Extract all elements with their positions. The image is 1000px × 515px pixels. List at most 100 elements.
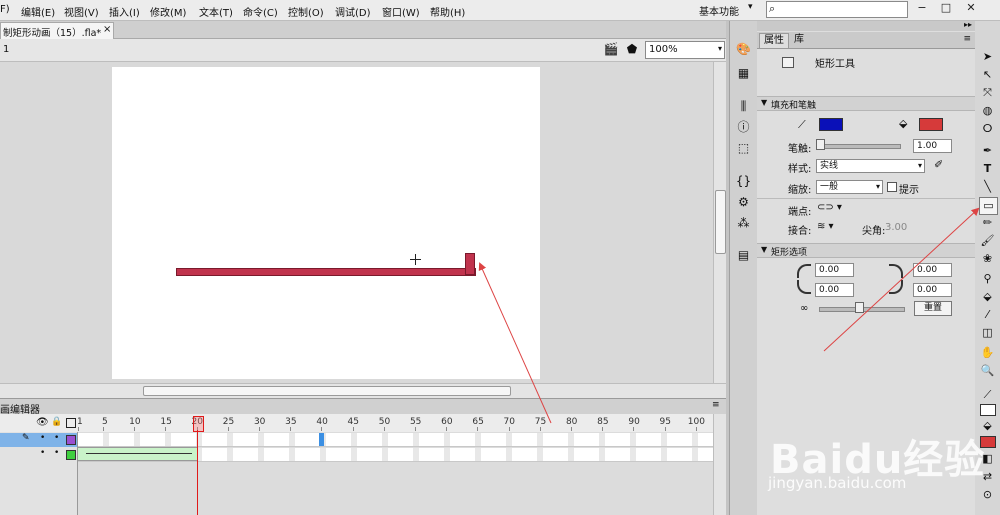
scrollbar-thumb[interactable] xyxy=(143,386,511,396)
scrollbar-thumb[interactable] xyxy=(715,190,726,254)
timeline-ruler[interactable]: 👁 🔒 1 5 10 15 20 25 30 35 40 45 50 55 60 65 70 75 80 85 90… xyxy=(0,414,726,433)
snap-icon[interactable]: ⊙ xyxy=(979,487,996,503)
help-search-input[interactable]: ⌕ xyxy=(766,1,908,18)
stroke-width-input[interactable]: 1.00 xyxy=(913,139,952,153)
stage-vertical-scrollbar[interactable] xyxy=(713,62,727,383)
3d-rotation-tool-icon[interactable]: ◍ xyxy=(979,103,996,119)
close-window-button[interactable]: ✕ xyxy=(960,0,982,16)
maximize-button[interactable]: □ xyxy=(935,0,957,16)
panel-menu-icon[interactable]: ≡ xyxy=(963,34,971,44)
hint-checkbox[interactable] xyxy=(887,182,897,192)
corner-radius-bottom-left-input[interactable]: 0.00 xyxy=(815,283,854,297)
scale-select[interactable]: 一般 ▾ xyxy=(816,180,883,194)
lasso-tool-icon[interactable]: ⵔ xyxy=(979,121,996,137)
eyedropper-tool-icon[interactable]: ⁄ xyxy=(979,307,996,323)
corner-radius-top-left-input[interactable]: 0.00 xyxy=(815,263,854,277)
motion-presets-icon[interactable]: ⁂ xyxy=(735,215,752,231)
frame-grid[interactable] xyxy=(78,432,713,515)
edit-stroke-style-icon[interactable]: ✐ xyxy=(934,158,943,171)
motion-tween-span[interactable] xyxy=(78,447,197,461)
components-icon[interactable]: ⚙ xyxy=(735,194,752,210)
lock-icon[interactable]: 🔒 xyxy=(51,417,62,427)
color-panel-icon[interactable]: 🎨 xyxy=(735,41,752,57)
chevron-down-icon[interactable]: ▾ xyxy=(748,2,753,12)
align-panel-icon[interactable]: ⫼ xyxy=(735,98,752,114)
section-rectangle-options[interactable]: ▼ 矩形选项 xyxy=(757,243,975,258)
stage-horizontal-scrollbar[interactable] xyxy=(0,383,726,398)
selected-frame[interactable] xyxy=(319,433,325,446)
menu-edit[interactable]: 编辑(E) xyxy=(21,4,55,19)
rectangle-tool-icon[interactable]: ▭ xyxy=(979,197,998,215)
fill-color-swatch[interactable] xyxy=(919,118,943,131)
code-snippets-icon[interactable]: {} xyxy=(735,173,752,189)
menu-file[interactable]: F) xyxy=(0,4,10,15)
edit-symbol-icon[interactable]: ⬟ xyxy=(623,42,641,57)
layer-row[interactable]: • • xyxy=(0,448,77,462)
lock-dot-icon[interactable]: • xyxy=(54,448,59,458)
timeline-vertical-scrollbar[interactable] xyxy=(713,414,727,515)
outline-icon[interactable] xyxy=(66,418,76,428)
stroke-width-slider-track[interactable] xyxy=(819,144,901,149)
menu-debug[interactable]: 调试(D) xyxy=(335,4,371,19)
layer-row-active[interactable]: ✎ • • xyxy=(0,433,77,447)
link-icon[interactable]: ∞ xyxy=(800,303,808,314)
visible-dot-icon[interactable]: • xyxy=(40,448,45,458)
corner-radius-bottom-right-input[interactable]: 0.00 xyxy=(913,283,952,297)
deco-tool-icon[interactable]: ❀ xyxy=(979,251,996,267)
menu-window[interactable]: 窗口(W) xyxy=(382,4,420,19)
rectangle-shape-vertical[interactable] xyxy=(465,253,475,275)
eye-icon[interactable]: 👁 xyxy=(36,417,49,428)
stroke-color-swatch[interactable] xyxy=(819,118,843,131)
menu-insert[interactable]: 插入(I) xyxy=(109,4,140,19)
zoom-tool-icon[interactable]: 🔍 xyxy=(979,363,996,379)
eraser-tool-icon[interactable]: ◫ xyxy=(979,325,996,341)
reset-button[interactable]: 重置 xyxy=(914,301,952,316)
subselection-tool-icon[interactable]: ↖ xyxy=(979,67,996,83)
menu-modify[interactable]: 修改(M) xyxy=(150,4,186,19)
paint-bucket-tool-icon[interactable]: ⬙ xyxy=(979,289,996,305)
document-tab[interactable]: 制矩形动画（15）.fla* × xyxy=(0,22,114,39)
menu-view[interactable]: 视图(V) xyxy=(64,4,99,19)
frame-row[interactable] xyxy=(78,433,713,447)
menu-help[interactable]: 帮助(H) xyxy=(430,4,465,19)
miter-value[interactable]: 3.00 xyxy=(885,222,907,233)
transform-panel-icon[interactable]: ⬚ xyxy=(735,140,752,156)
rectangle-shape-horizontal[interactable] xyxy=(176,268,476,276)
stage[interactable] xyxy=(112,67,540,379)
line-tool-icon[interactable]: ╲ xyxy=(979,179,996,195)
join-select[interactable]: ≋ ▾ xyxy=(817,221,834,232)
section-fill-stroke[interactable]: ▼ 填充和笔触 xyxy=(757,96,975,111)
menu-text[interactable]: 文本(T) xyxy=(199,4,233,19)
panel-menu-icon[interactable]: ≡ xyxy=(712,400,720,410)
scene-panel-icon[interactable]: ▤ xyxy=(735,247,752,263)
visible-dot-icon[interactable]: • xyxy=(40,433,45,443)
stroke-color-swatch[interactable] xyxy=(980,404,996,416)
tab-properties[interactable]: 属性 xyxy=(759,33,789,48)
selection-tool-icon[interactable]: ➤ xyxy=(979,49,996,65)
stroke-width-slider-thumb[interactable] xyxy=(816,139,825,150)
menu-commands[interactable]: 命令(C) xyxy=(243,4,278,19)
zoom-select[interactable]: 100% ▾ xyxy=(645,41,725,59)
pencil-tool-icon[interactable]: ✏ xyxy=(979,215,996,231)
text-tool-icon[interactable]: T xyxy=(979,161,996,177)
tab-library[interactable]: 库 xyxy=(790,33,808,47)
lock-dot-icon[interactable]: • xyxy=(54,433,59,443)
info-panel-icon[interactable]: ⓘ xyxy=(735,119,752,135)
minimize-button[interactable]: − xyxy=(911,0,933,16)
layer-color-swatch[interactable] xyxy=(66,450,76,460)
edit-scene-icon[interactable]: 🎬 xyxy=(602,42,620,57)
cap-select[interactable]: ⊂⊃ ▾ xyxy=(817,202,842,213)
close-tab-icon[interactable]: × xyxy=(103,24,111,35)
hand-tool-icon[interactable]: ✋ xyxy=(979,345,996,361)
workspace-switcher[interactable]: 基本功能 xyxy=(699,3,739,18)
stroke-style-select[interactable]: 实线 ▾ xyxy=(816,159,925,173)
pen-tool-icon[interactable]: ✒ xyxy=(979,143,996,159)
swatches-panel-icon[interactable]: ▦ xyxy=(735,65,752,81)
free-transform-tool-icon[interactable]: ⤧ xyxy=(979,85,996,101)
panel-drag-bar[interactable]: ▸▸ xyxy=(757,20,975,31)
collapse-panel-icon[interactable]: ▸▸ xyxy=(964,20,972,29)
corner-radius-slider-thumb[interactable] xyxy=(855,302,864,313)
playhead[interactable] xyxy=(192,416,204,432)
bone-tool-icon[interactable]: ⚲ xyxy=(979,271,996,287)
layer-color-swatch[interactable] xyxy=(66,435,76,445)
